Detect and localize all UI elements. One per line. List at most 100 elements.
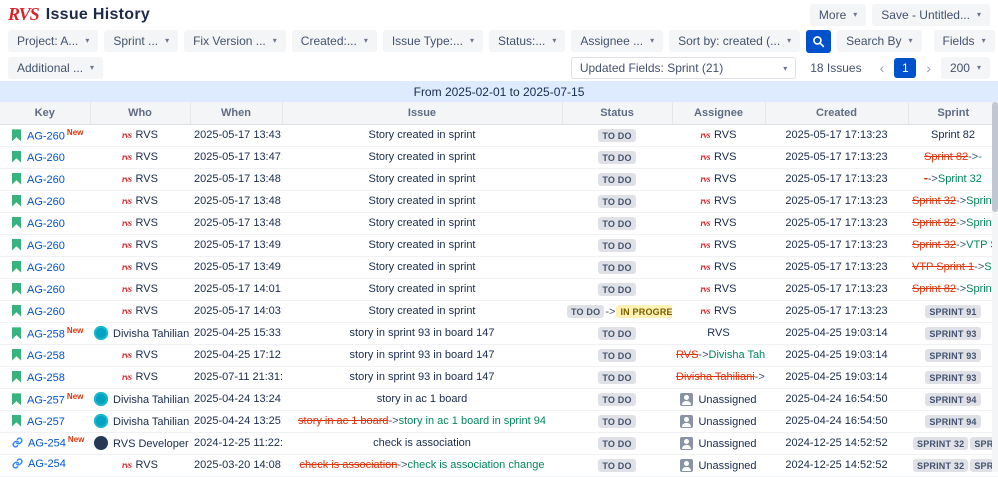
issue-key-link[interactable]: AG-260 xyxy=(27,174,65,186)
assignee-cell: rvsRVS xyxy=(672,300,765,322)
filter-project[interactable]: Project: A...▾ xyxy=(8,30,98,52)
issue-key-link[interactable]: AG-257 xyxy=(27,416,65,428)
value-text: Unassigned xyxy=(698,394,756,406)
column-header-key[interactable]: Key xyxy=(0,102,90,124)
rvs-avatar: rvs xyxy=(122,174,132,184)
search-icon xyxy=(812,35,825,48)
change-arrow: -> xyxy=(755,371,765,383)
issue-key-link[interactable]: AG-260 xyxy=(27,262,65,274)
issue-key-link[interactable]: AG-260 xyxy=(27,218,65,230)
issue-cell: Story created in sprint xyxy=(282,212,562,234)
new-value: Sprint 32 xyxy=(938,173,982,185)
key-cell: AG-260 xyxy=(0,278,90,300)
filter-status[interactable]: Status:...▾ xyxy=(489,30,565,52)
fields-button[interactable]: Fields ▾ xyxy=(934,30,995,52)
column-header-sprint[interactable]: Sprint xyxy=(908,102,998,124)
save-button[interactable]: Save - Untitled... ▾ xyxy=(872,4,990,26)
assignee-cell: Divisha Tahiliani->RVS xyxy=(672,366,765,388)
change-arrow: -> xyxy=(928,173,938,185)
value-text: RVS xyxy=(714,217,736,229)
change-arrow: -> xyxy=(397,459,407,471)
current-page-button[interactable]: 1 xyxy=(894,58,916,78)
who-cell: rvsRVS xyxy=(90,234,190,256)
secondary-toolbar: Additional ... ▾ Updated Fields: Sprint … xyxy=(0,55,998,81)
teal-avatar xyxy=(94,326,108,340)
status-badge: IN PROGRESS xyxy=(616,305,672,318)
issue-key-link[interactable]: AG-257 xyxy=(27,394,65,406)
value-text: Story created in sprint xyxy=(369,151,476,163)
page-size-select[interactable]: 200 ▾ xyxy=(941,57,990,79)
new-value: check is association change xyxy=(407,459,544,471)
status-cell: TO DO xyxy=(562,322,672,344)
assignee-cell: Unassigned xyxy=(672,410,765,432)
scrollbar[interactable] xyxy=(992,102,998,472)
value-text: Story created in sprint xyxy=(369,217,476,229)
issue-cell: story in ac 1 board->story in ac 1 board… xyxy=(282,410,562,432)
search-by-button[interactable]: Search By ▾ xyxy=(837,30,921,52)
issue-key-link[interactable]: AG-258 xyxy=(27,328,65,340)
key-cell: AG-254New xyxy=(0,432,90,454)
filter-sprint[interactable]: Sprint ...▾ xyxy=(104,30,178,52)
created-cell: 2025-04-25 19:03:14 xyxy=(765,344,908,366)
more-button[interactable]: More ▾ xyxy=(810,4,866,26)
value-text: RVS xyxy=(714,305,736,317)
sprint-cell: Sprint 32->Sprint 82 xyxy=(908,190,998,212)
rvs-avatar: rvs xyxy=(701,218,711,228)
column-header-when[interactable]: When xyxy=(190,102,282,124)
issue-key-link[interactable]: AG-258 xyxy=(27,372,65,384)
table-row: AG-260rvsRVS2025-05-17 13:49:25Story cre… xyxy=(0,256,998,278)
story-icon xyxy=(12,261,21,273)
filter-created[interactable]: Created:...▾ xyxy=(292,30,377,52)
value-text: RVS xyxy=(714,195,736,207)
column-header-who[interactable]: Who xyxy=(90,102,190,124)
when-cell: 2025-04-24 13:24:50 xyxy=(190,388,282,410)
issue-key-link[interactable]: AG-260 xyxy=(27,130,65,142)
who-cell: Divisha Tahiliani xyxy=(90,410,190,432)
created-cell: 2025-05-17 17:13:23 xyxy=(765,300,908,322)
rvs-avatar: rvs xyxy=(122,284,132,294)
column-header-assignee[interactable]: Assignee xyxy=(672,102,765,124)
filter-assignee[interactable]: Assignee ...▾ xyxy=(571,30,663,52)
issue-key-link[interactable]: AG-254 xyxy=(28,437,66,449)
filter-fix-version[interactable]: Fix Version ...▾ xyxy=(184,30,286,52)
filter-issue-type[interactable]: Issue Type:...▾ xyxy=(383,30,483,52)
sprint-cell: Sprint 32->VTP Sprint 1 xyxy=(908,234,998,256)
issue-cell: Story created in sprint xyxy=(282,234,562,256)
table-row: AG-260rvsRVS2025-05-17 13:49:21Story cre… xyxy=(0,234,998,256)
issue-key-link[interactable]: AG-260 xyxy=(27,152,65,164)
link-icon xyxy=(12,437,23,451)
story-icon xyxy=(12,173,21,185)
status-cell: TO DO xyxy=(562,256,672,278)
assignee-cell: rvsRVS xyxy=(672,234,765,256)
story-icon xyxy=(12,415,21,427)
sprint-cell: Sprint 82->Sprint 32 xyxy=(908,212,998,234)
column-header-created[interactable]: Created xyxy=(765,102,908,124)
issue-key-link[interactable]: AG-260 xyxy=(27,240,65,252)
scrollbar-thumb[interactable] xyxy=(992,102,998,212)
created-cell: 2024-12-25 14:52:52 xyxy=(765,454,908,476)
when-cell: 2025-05-17 13:49:25 xyxy=(190,256,282,278)
additional-filters-button[interactable]: Additional ... ▾ xyxy=(8,57,103,79)
issue-key-link[interactable]: AG-260 xyxy=(27,196,65,208)
sprint-badge: SPRINT 93 xyxy=(925,327,980,340)
issue-key-link[interactable]: AG-260 xyxy=(27,306,65,318)
sprint-badge: SPRINT 93 xyxy=(925,349,980,362)
issue-key-link[interactable]: AG-260 xyxy=(27,284,65,296)
issue-cell: check is association xyxy=(282,432,562,454)
issue-key-link[interactable]: AG-254 xyxy=(28,458,66,470)
next-page-button[interactable]: › xyxy=(922,61,935,75)
updated-fields-select[interactable]: Updated Fields: Sprint (21) ▾ xyxy=(571,57,796,79)
filter-sort-by[interactable]: Sort by: created (...▾ xyxy=(669,30,800,52)
value-text: story in ac 1 board xyxy=(377,393,468,405)
key-cell: AG-260 xyxy=(0,168,90,190)
old-value: Divisha Tahiliani xyxy=(676,371,755,383)
value-text: Unassigned xyxy=(698,416,756,428)
issue-key-link[interactable]: AG-258 xyxy=(27,350,65,362)
search-button[interactable] xyxy=(806,30,831,53)
column-header-status[interactable]: Status xyxy=(562,102,672,124)
created-cell: 2025-05-17 17:13:23 xyxy=(765,190,908,212)
prev-page-button[interactable]: ‹ xyxy=(876,61,889,75)
key-cell: AG-257New xyxy=(0,388,90,410)
column-header-issue[interactable]: Issue xyxy=(282,102,562,124)
filter-list: Project: A...▾ Sprint ...▾ Fix Version ...… xyxy=(8,30,800,52)
